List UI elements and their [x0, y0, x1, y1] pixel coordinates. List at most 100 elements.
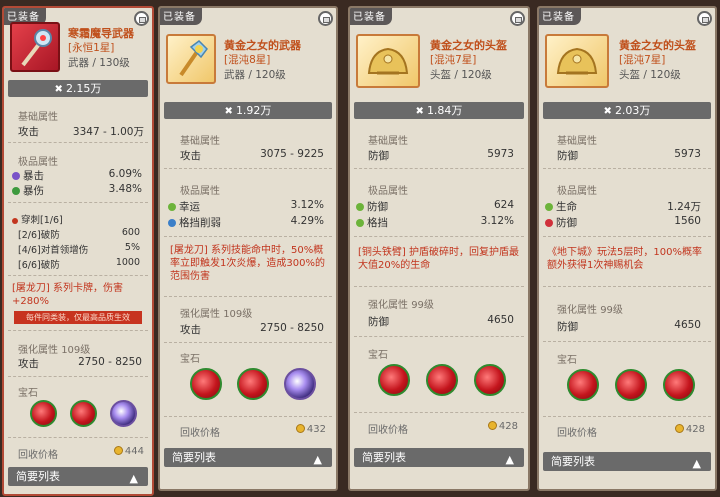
lock-icon[interactable]: [697, 11, 712, 26]
equipment-card-3[interactable]: 已装备 黄金之女的头盔 [混沌7星] 头盔 / 120级 ✖ 1.84万 基础属性…: [348, 6, 530, 491]
brief-list-label: 简要列表: [551, 455, 595, 468]
extreme-attr-label: 极品属性: [368, 186, 408, 197]
chevron-up-icon: ▲: [505, 453, 514, 466]
price-value: 444: [113, 446, 144, 457]
price-value: 432: [295, 424, 326, 435]
item-type: 头盔 / 120级: [619, 69, 681, 81]
extreme-attr-label: 极品属性: [18, 157, 58, 168]
warning-bar: 每件同类装，仅最高品质生效: [14, 311, 142, 324]
enhance-attr-value: 2750 - 8250: [78, 356, 142, 368]
red-gem-icon[interactable]: [30, 400, 57, 427]
divider: [543, 341, 711, 342]
item-header: 寒霜魔导武器 [永恒1星] 武器 / 130级: [10, 22, 148, 76]
enhance-attr-name: 攻击: [180, 324, 201, 336]
crit-dot-icon: [12, 172, 20, 180]
equipment-card-1[interactable]: 已装备 寒霜魔导武器 [永恒1星] 武器 / 130级 ✖ 2.15万 基础属性 …: [2, 6, 154, 496]
divider: [543, 416, 711, 417]
skill-text: [铜头铁臂] 护盾破碎时，回复护盾最大值20%的生命: [358, 247, 519, 271]
price-value: 428: [487, 421, 518, 432]
divider: [164, 168, 332, 169]
extreme-attr-value: 1.24万: [667, 201, 701, 213]
red-gem-icon[interactable]: [567, 369, 599, 401]
divider: [354, 168, 524, 169]
chevron-up-icon: ▲: [129, 472, 138, 485]
coin-icon: [674, 424, 684, 433]
item-star: [混沌8星]: [224, 54, 271, 66]
brief-list-button[interactable]: 简要列表 ▲: [164, 448, 332, 467]
purple-gem-icon[interactable]: [284, 368, 316, 400]
crossed-swords-icon: ✖: [54, 84, 63, 95]
gold-helmet-icon: [356, 34, 420, 88]
equipment-card-4[interactable]: 已装备 黄金之女的头盔 [混沌7星] 头盔 / 120级 ✖ 2.03万 基础属性…: [537, 6, 717, 491]
base-attr-label: 基础属性: [180, 136, 220, 147]
brief-list-label: 简要列表: [172, 451, 216, 464]
extreme-attr-value: 3.12%: [290, 199, 324, 211]
pierce-row-name: [4/6]对首领增伤: [18, 245, 89, 256]
enhance-label: 强化属性 109级: [180, 305, 252, 320]
red-gem-icon[interactable]: [663, 369, 695, 401]
crossed-swords-icon: ✖: [603, 106, 612, 117]
divider: [164, 342, 332, 343]
red-gem-icon[interactable]: [237, 368, 269, 400]
extreme-attr-row: 幸运: [168, 199, 200, 214]
item-name: 寒霜魔导武器: [68, 27, 134, 40]
red-gem-icon[interactable]: [70, 400, 97, 427]
equipped-tag: 已装备: [539, 8, 581, 25]
lock-icon[interactable]: [510, 11, 525, 26]
item-name: 黄金之女的头盔: [430, 39, 507, 52]
extreme-attr-label: 极品属性: [557, 186, 597, 197]
pierce-row-value: 1000: [115, 257, 140, 268]
power-bar: ✖ 1.92万: [164, 102, 332, 119]
base-attr-label: 基础属性: [557, 136, 597, 147]
red-gem-icon[interactable]: [426, 364, 458, 396]
item-type: 武器 / 120级: [224, 69, 286, 81]
extreme-attr-name: 防御: [556, 217, 577, 229]
extreme-attr-name: 格挡: [367, 217, 388, 229]
red-gem-icon[interactable]: [474, 364, 506, 396]
divider: [354, 286, 524, 287]
gem-label: 宝石: [180, 354, 200, 365]
extreme-attr-row: 格挡: [356, 215, 388, 230]
gem-label: 宝石: [557, 355, 577, 366]
base-attr-value: 3075 - 9225: [260, 148, 324, 160]
base-attr-label: 基础属性: [18, 112, 58, 123]
extreme-attr-value: 3.48%: [108, 183, 142, 195]
enhance-attr-name: 防御: [557, 321, 578, 333]
lock-icon[interactable]: [318, 11, 333, 26]
extreme-attr-row: 防御: [356, 199, 388, 214]
brief-list-button[interactable]: 简要列表 ▲: [8, 467, 148, 486]
enhance-attr-value: 2750 - 8250: [260, 322, 324, 334]
extreme-attr-row: 防御: [545, 215, 577, 230]
base-attr-value: 5973: [674, 148, 701, 160]
extreme-attr-value: 3.12%: [480, 215, 514, 227]
divider: [354, 336, 524, 337]
brief-list-button[interactable]: 简要列表 ▲: [543, 452, 711, 471]
divider: [543, 236, 711, 237]
skill-text: 《地下城》玩法5层时，100%概率额外获得1次神赐机会: [547, 247, 702, 271]
coin-icon: [487, 421, 497, 430]
enhance-label-text: 强化属性: [18, 345, 58, 356]
pierce-row-name: [2/6]破防: [18, 230, 60, 241]
enhance-attr-name: 防御: [368, 316, 389, 328]
gem-label: 宝石: [18, 388, 38, 399]
brief-list-label: 简要列表: [16, 470, 60, 483]
pierce-row-value: 5%: [124, 242, 140, 253]
coin-icon: [113, 446, 123, 455]
brief-list-button[interactable]: 简要列表 ▲: [354, 448, 524, 467]
extreme-attr-value: 1560: [674, 215, 701, 227]
item-header: 黄金之女的头盔 [混沌7星] 头盔 / 120级: [356, 34, 524, 88]
price-label: 回收价格: [557, 428, 597, 439]
pierce-title: 穿刺[1/6]: [12, 212, 63, 226]
extreme-attr-row: 格挡削弱: [168, 215, 221, 230]
critdmg-dot-icon: [12, 187, 20, 195]
price-number: 428: [498, 421, 518, 432]
red-gem-icon[interactable]: [378, 364, 410, 396]
equipped-tag: 已装备: [160, 8, 202, 25]
power-value: 2.03万: [614, 104, 651, 117]
purple-gem-icon[interactable]: [110, 400, 137, 427]
equipment-card-2[interactable]: 已装备 黄金之女的武器 [混沌8星] 武器 / 120级 ✖ 1.92万 基础属性…: [158, 6, 338, 491]
item-type: 头盔 / 120级: [430, 69, 492, 81]
red-gem-icon[interactable]: [615, 369, 647, 401]
extreme-attr-name: 格挡削弱: [179, 217, 221, 229]
red-gem-icon[interactable]: [190, 368, 222, 400]
